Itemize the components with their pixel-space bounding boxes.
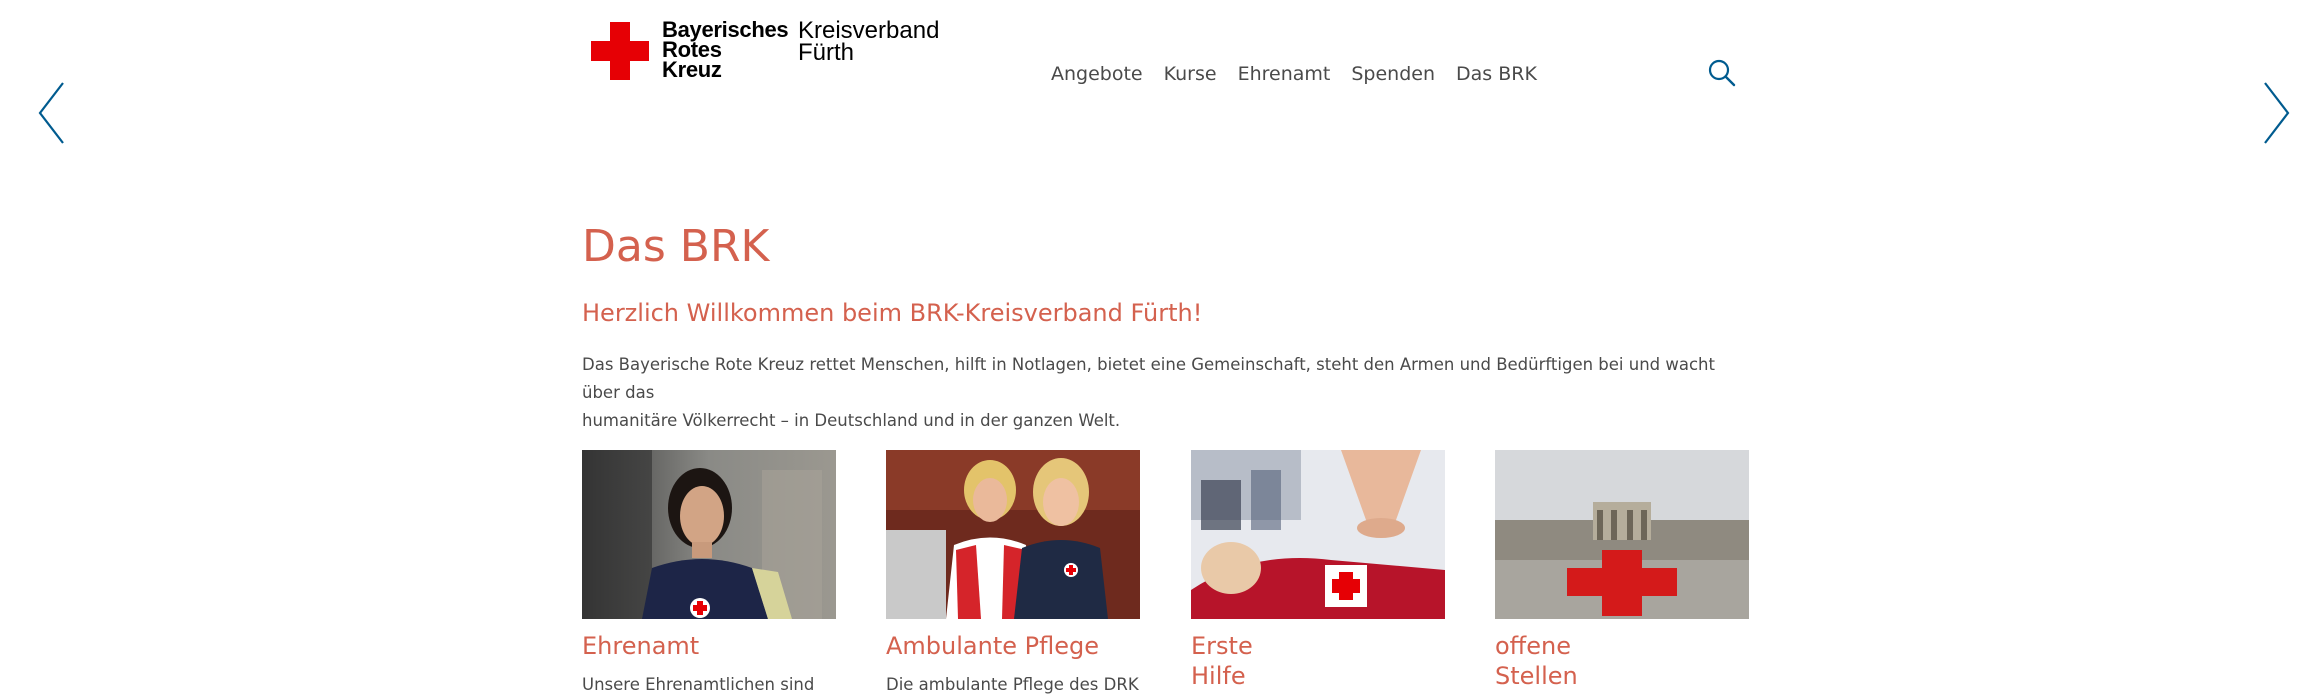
card-title-line-1: offene: [1495, 632, 1571, 660]
main-nav: Angebote Kurse Ehrenamt Spenden Das BRK: [1051, 63, 1558, 85]
nav-item-das-brk[interactable]: Das BRK: [1456, 63, 1537, 85]
kreisverband-line-2: Fürth: [798, 39, 855, 66]
card-image-ehrenamt: [582, 450, 836, 619]
nav-item-kurse[interactable]: Kurse: [1164, 63, 1217, 85]
card-title: Erste Hilfe: [1191, 631, 1271, 691]
intro-text: Das Bayerische Rote Kreuz rettet Mensche…: [582, 351, 1757, 435]
intro-line-2: humanitäre Völkerrecht – in Deutschland …: [582, 411, 1121, 430]
card-image-ambulante-pflege: [886, 450, 1140, 619]
nav-item-ehrenamt[interactable]: Ehrenamt: [1238, 63, 1331, 85]
card-title-line-1: Erste: [1191, 632, 1253, 660]
card-offene-stellen[interactable]: offene Stellen: [1495, 450, 1749, 691]
red-cross-icon: [591, 22, 649, 80]
search-button[interactable]: [1707, 58, 1737, 88]
card-ambulante-pflege[interactable]: Ambulante Pflege Die ambulante Pflege de…: [886, 450, 1140, 697]
carousel-prev-button[interactable]: [36, 80, 66, 146]
carousel-next-button[interactable]: [2262, 80, 2292, 146]
brk-logo[interactable]: Bayerisches Rotes Kreuz: [591, 19, 789, 82]
card-title-line-2: Stellen: [1495, 662, 1578, 690]
card-text: Die ambulante Pflege des DRK: [886, 675, 1139, 694]
card-erste-hilfe[interactable]: Erste Hilfe: [1191, 450, 1445, 691]
logo-wordmark: Bayerisches Rotes Kreuz: [662, 19, 789, 82]
page-title: Das BRK: [582, 221, 770, 272]
chevron-left-icon: [38, 82, 64, 144]
card-title-line-2: Hilfe: [1191, 662, 1246, 690]
card-title: Ehrenamt: [582, 632, 700, 660]
chevron-right-icon: [2264, 82, 2290, 144]
kreisverband-label: Kreisverband Fürth: [798, 19, 939, 66]
nav-item-angebote[interactable]: Angebote: [1051, 63, 1143, 85]
card-image-offene-stellen: [1495, 450, 1749, 619]
card-image-erste-hilfe: [1191, 450, 1445, 619]
card-title: Ambulante Pflege: [886, 632, 1099, 660]
card-title: offene Stellen: [1495, 631, 1578, 691]
intro-line-1: Das Bayerische Rote Kreuz rettet Mensche…: [582, 355, 1715, 402]
search-icon: [1708, 59, 1736, 87]
page-subtitle: Herzlich Willkommen beim BRK-Kreisverban…: [582, 299, 1203, 327]
card-ehrenamt[interactable]: Ehrenamt Unsere Ehrenamtlichen sind: [582, 450, 836, 697]
nav-item-spenden[interactable]: Spenden: [1351, 63, 1435, 85]
logo-line-3: Kreuz: [662, 57, 722, 82]
card-text: Unsere Ehrenamtlichen sind: [582, 675, 815, 694]
